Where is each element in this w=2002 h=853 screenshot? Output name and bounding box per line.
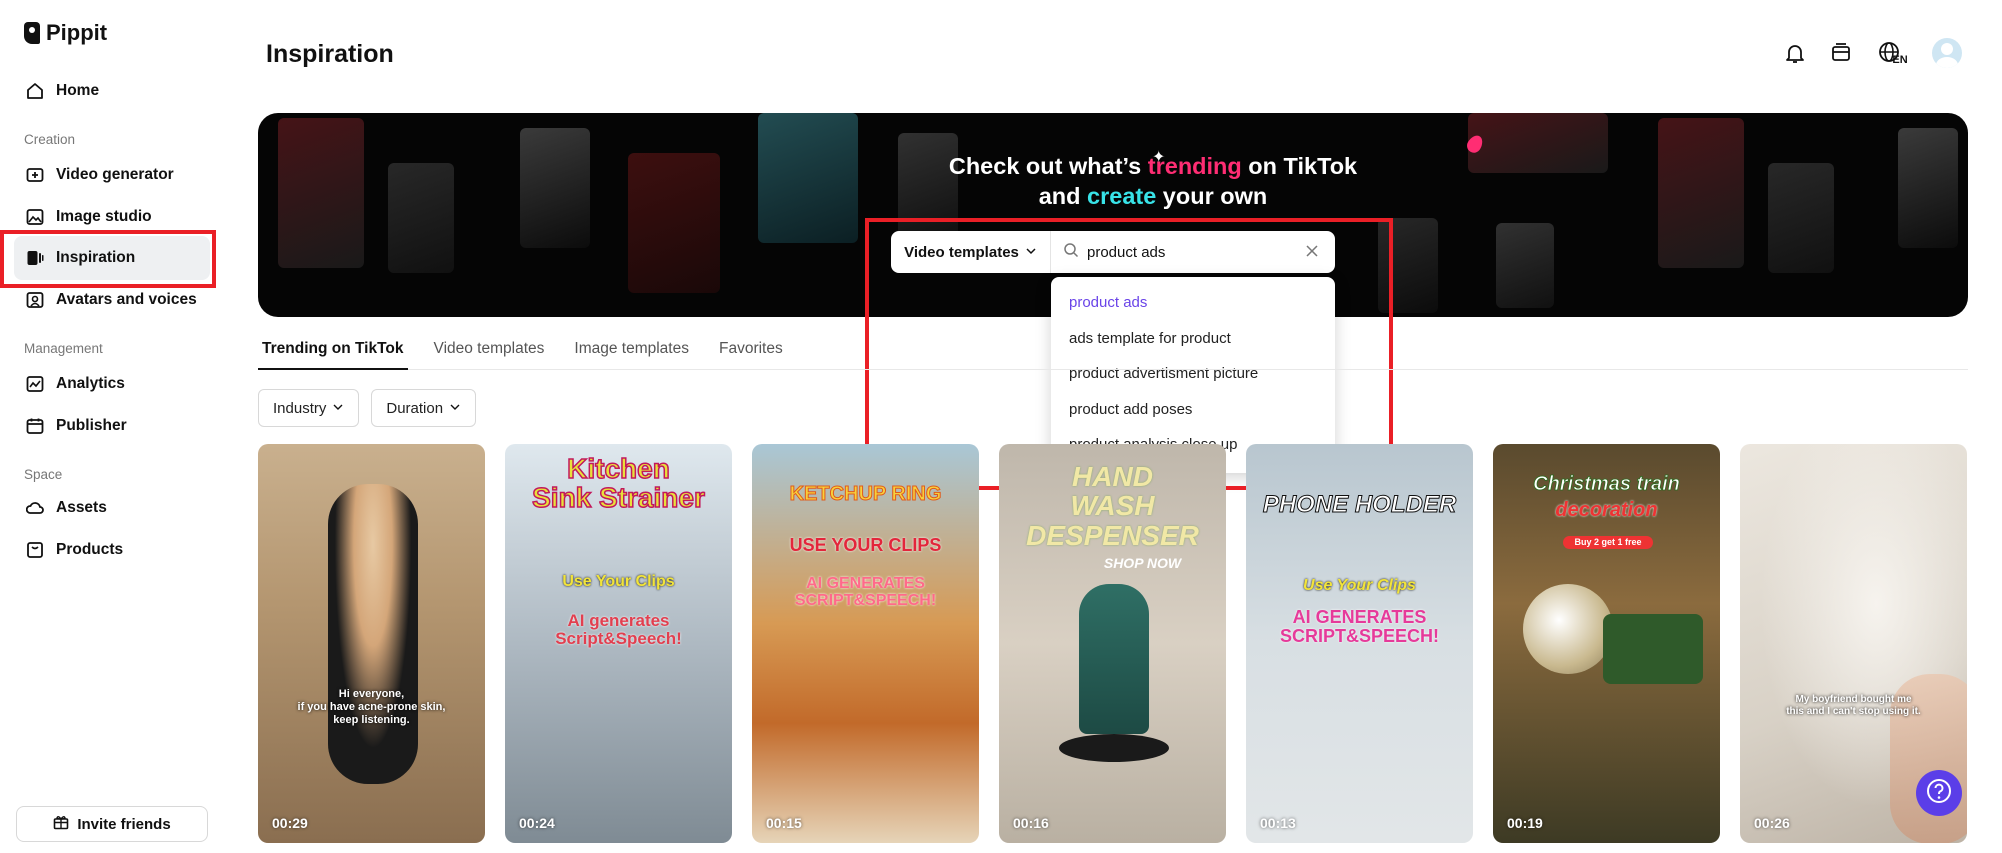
pippit-logo-icon xyxy=(24,22,40,44)
sidebar-item-label: Publisher xyxy=(56,417,127,434)
card-duration: 00:13 xyxy=(1260,815,1296,831)
language-code: EN xyxy=(1892,54,1908,66)
card-thumbnail xyxy=(328,484,418,784)
banner-text: your own xyxy=(1156,183,1268,209)
sidebar-item-label: Image studio xyxy=(56,208,152,225)
card-title: HAND WASH DESPENSER xyxy=(1026,461,1199,551)
image-icon xyxy=(26,208,44,226)
card-caption: Hi everyone, if you have acne-prone skin… xyxy=(297,688,446,727)
user-avatar[interactable] xyxy=(1932,38,1962,68)
card-title: Christmas train xyxy=(1533,473,1681,495)
card-thumbnail xyxy=(1059,734,1169,762)
invite-friends-label: Invite friends xyxy=(77,815,171,833)
template-card[interactable]: PHONE HOLDER Use Your Clips AI GENERATES… xyxy=(1246,444,1473,843)
header-actions: EN xyxy=(1782,38,1962,68)
page-title: Inspiration xyxy=(266,40,394,68)
card-subtitle: Use Your Clips xyxy=(1303,577,1416,594)
template-card[interactable]: Hi everyone, if you have acne-prone skin… xyxy=(258,444,485,843)
inspiration-tabs: Trending on TikTok Video templates Image… xyxy=(258,332,1968,370)
tab-video-templates[interactable]: Video templates xyxy=(430,332,549,370)
card-title: PHONE HOLDER xyxy=(1262,491,1457,518)
card-subtitle: AI GENERATES SCRIPT&SPEECH! xyxy=(1279,607,1440,646)
sidebar-item-analytics[interactable]: Analytics xyxy=(14,362,210,406)
language-globe-icon[interactable]: EN xyxy=(1874,40,1912,66)
section-label-management: Management xyxy=(24,341,103,356)
app-logo[interactable]: Pippit xyxy=(24,20,107,46)
industry-filter[interactable]: Industry xyxy=(258,389,360,427)
sidebar-item-label: Assets xyxy=(56,499,107,516)
card-caption: My boyfriend bought me this and I can't … xyxy=(1786,694,1921,717)
question-mark-icon xyxy=(1926,778,1952,809)
card-duration: 00:19 xyxy=(1507,815,1543,831)
chevron-down-icon xyxy=(449,400,461,417)
card-duration: 00:24 xyxy=(519,815,555,831)
sidebar-item-video-generator[interactable]: Video generator xyxy=(14,153,210,197)
banner-thumb xyxy=(1496,223,1554,308)
sidebar-item-publisher[interactable]: Publisher xyxy=(14,404,210,448)
template-card[interactable]: KETCHUP RING USE YOUR CLIPS AI GENERATES… xyxy=(752,444,979,843)
notification-bell-icon[interactable] xyxy=(1782,40,1808,66)
card-duration: 00:26 xyxy=(1754,815,1790,831)
card-subtitle: decoration xyxy=(1555,499,1658,521)
sidebar-item-label: Video generator xyxy=(56,166,174,183)
card-subtitle: AI GENERATES SCRIPT&SPEECH! xyxy=(794,575,937,609)
card-thumbnail xyxy=(1079,584,1149,734)
invite-friends-button[interactable]: Invite friends xyxy=(16,806,208,842)
card-thumbnail xyxy=(1603,614,1703,684)
product-box-icon xyxy=(26,541,44,559)
sidebar: Pippit Home Creation Video generator Ima… xyxy=(0,0,222,853)
card-subtitle: SHOP NOW xyxy=(1103,555,1182,571)
template-card[interactable]: HAND WASH DESPENSER SHOP NOW 00:16 xyxy=(999,444,1226,843)
card-subtitle: Use Your Clips xyxy=(562,573,675,590)
filter-label: Industry xyxy=(273,399,327,417)
tab-trending-on-tiktok[interactable]: Trending on TikTok xyxy=(258,332,408,370)
banner-text: Check out what’s xyxy=(948,153,1148,179)
gift-icon xyxy=(53,814,69,834)
card-title: Kitchen Sink Strainer xyxy=(531,453,705,514)
card-duration: 00:15 xyxy=(766,815,802,831)
video-plus-icon xyxy=(26,166,44,184)
card-title: KETCHUP RING xyxy=(789,483,942,505)
card-badge: Buy 2 get 1 free xyxy=(1563,536,1653,550)
section-label-creation: Creation xyxy=(24,132,76,147)
chevron-down-icon xyxy=(332,400,344,417)
sidebar-item-assets[interactable]: Assets xyxy=(14,486,210,530)
app-name: Pippit xyxy=(46,20,108,45)
banner-headline: Check out what’s trending on TikTok and … xyxy=(258,151,1968,211)
section-label-space: Space xyxy=(24,467,63,482)
sparkle-icon: ✦ xyxy=(1152,149,1166,166)
template-card[interactable]: Christmas train decoration Buy 2 get 1 f… xyxy=(1493,444,1720,843)
sidebar-item-label: Analytics xyxy=(56,375,125,392)
tab-image-templates[interactable]: Image templates xyxy=(570,332,693,370)
template-grid: Hi everyone, if you have acne-prone skin… xyxy=(258,444,1967,843)
billing-icon[interactable] xyxy=(1828,40,1854,66)
help-button[interactable] xyxy=(1916,770,1962,816)
calendar-icon xyxy=(26,417,44,435)
analytics-icon xyxy=(26,375,44,393)
cloud-icon xyxy=(26,499,44,517)
card-duration: 00:29 xyxy=(272,815,308,831)
banner-text: on TikTok xyxy=(1241,153,1358,179)
sidebar-item-label: Avatars and voices xyxy=(56,291,197,308)
sidebar-item-label: Home xyxy=(56,82,100,99)
sidebar-item-home[interactable]: Home xyxy=(14,69,210,113)
card-subtitle: USE YOUR CLIPS xyxy=(789,535,942,555)
filter-label: Duration xyxy=(386,399,444,417)
template-card[interactable]: Kitchen Sink Strainer Use Your Clips AI … xyxy=(505,444,732,843)
card-duration: 00:16 xyxy=(1013,815,1049,831)
banner-text: and xyxy=(1038,183,1088,209)
sidebar-item-label: Products xyxy=(56,541,124,558)
avatar-icon xyxy=(26,291,44,309)
filters: Industry Duration xyxy=(258,389,477,427)
card-subtitle: AI generates Script&Speech! xyxy=(555,611,682,648)
duration-filter[interactable]: Duration xyxy=(371,389,477,427)
highlight-box-inspiration xyxy=(0,230,216,288)
banner-text-create: create xyxy=(1087,183,1157,209)
home-icon xyxy=(26,82,44,100)
sidebar-item-products[interactable]: Products xyxy=(14,528,210,572)
card-thumbnail xyxy=(1523,584,1613,674)
tab-favorites[interactable]: Favorites xyxy=(715,332,787,370)
